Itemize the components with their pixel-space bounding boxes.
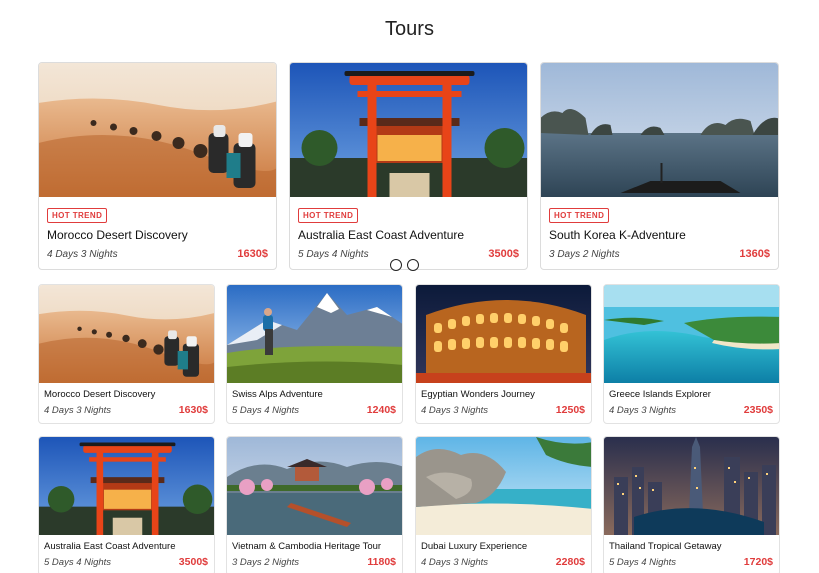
tour-name: Swiss Alps Adventure	[232, 389, 323, 400]
page-title: Tours	[385, 18, 434, 40]
tour-duration: 4 Days 3 Nights	[421, 557, 489, 568]
featured-carousel: HOT TREND Morocco Desert Discovery 4 Day…	[38, 62, 780, 270]
tour-price: 1240$	[366, 404, 396, 416]
tour-card[interactable]: Greece Islands Explorer 4 Days 3 Nights …	[603, 284, 780, 424]
tour-duration: 3 Days 2 Nights	[549, 249, 620, 260]
tour-name: Australia East Coast Adventure	[44, 541, 176, 552]
tour-photo	[39, 437, 214, 535]
tour-price: 1250$	[555, 404, 585, 416]
featured-tour-card[interactable]: HOT TREND Morocco Desert Discovery 4 Day…	[38, 62, 277, 270]
tour-price: 1180$	[367, 556, 396, 568]
hot-trend-badge: HOT TREND	[549, 208, 610, 223]
tour-duration: 5 Days 4 Nights	[232, 405, 300, 416]
tour-duration: 3 Days 2 Nights	[232, 557, 300, 568]
tour-duration: 4 Days 3 Nights	[47, 249, 118, 260]
tour-card[interactable]: Morocco Desert Discovery 4 Days 3 Nights…	[38, 284, 215, 424]
tour-price: 1630$	[237, 248, 268, 260]
tour-price: 1720$	[743, 556, 773, 568]
tour-duration: 5 Days 4 Nights	[44, 557, 112, 568]
tour-price: 3500$	[178, 556, 208, 568]
tour-name: Vietnam & Cambodia Heritage Tour	[232, 541, 382, 552]
tour-name: Thailand Tropical Getaway	[609, 541, 722, 552]
tour-name: Morocco Desert Discovery	[44, 389, 156, 400]
tour-photo	[604, 285, 779, 383]
tour-card[interactable]: Thailand Tropical Getaway 5 Days 4 Night…	[603, 436, 780, 573]
tour-photo	[227, 285, 402, 383]
tour-price: 3500$	[488, 248, 519, 260]
tour-card[interactable]: Dubai Luxury Experience 4 Days 3 Nights …	[415, 436, 592, 573]
tour-duration: 4 Days 3 Nights	[609, 405, 677, 416]
tour-price: 1360$	[739, 248, 770, 260]
featured-tour-card[interactable]: HOT TREND Australia East Coast Adventure…	[289, 62, 528, 270]
tour-price: 2280$	[555, 556, 585, 568]
tour-price: 2350$	[743, 404, 773, 416]
carousel-dot[interactable]	[390, 259, 402, 271]
tour-card[interactable]: Australia East Coast Adventure 5 Days 4 …	[38, 436, 215, 573]
tour-card[interactable]: Swiss Alps Adventure 5 Days 4 Nights 124…	[226, 284, 403, 424]
tour-name: Dubai Luxury Experience	[421, 541, 528, 552]
tour-name: Australia East Coast Adventure	[298, 228, 465, 242]
carousel-pagination	[390, 259, 419, 271]
featured-tour-card[interactable]: HOT TREND South Korea K-Adventure 3 Days…	[540, 62, 779, 270]
tour-photo	[541, 63, 778, 197]
tour-card[interactable]: Egyptian Wonders Journey 4 Days 3 Nights…	[415, 284, 592, 424]
tour-photo	[227, 437, 402, 535]
tour-card[interactable]: Vietnam & Cambodia Heritage Tour 3 Days …	[226, 436, 403, 573]
carousel-dot[interactable]	[407, 259, 419, 271]
tour-duration: 5 Days 4 Nights	[298, 249, 369, 260]
tour-name: Greece Islands Explorer	[609, 389, 711, 400]
tour-price: 1630$	[178, 404, 208, 416]
tour-photo	[416, 285, 591, 383]
tour-duration: 4 Days 3 Nights	[44, 405, 112, 416]
tour-name: South Korea K-Adventure	[549, 228, 686, 242]
tour-name: Morocco Desert Discovery	[47, 228, 188, 242]
tour-duration: 5 Days 4 Nights	[609, 557, 677, 568]
tour-duration: 4 Days 3 Nights	[421, 405, 489, 416]
hot-trend-badge: HOT TREND	[47, 208, 108, 223]
tour-photo	[39, 285, 214, 383]
hot-trend-badge: HOT TREND	[298, 208, 359, 223]
tour-name: Egyptian Wonders Journey	[421, 389, 535, 400]
tour-photo	[39, 63, 276, 197]
tour-photo	[604, 437, 779, 535]
tour-photo	[290, 63, 527, 197]
tour-photo	[416, 437, 591, 535]
